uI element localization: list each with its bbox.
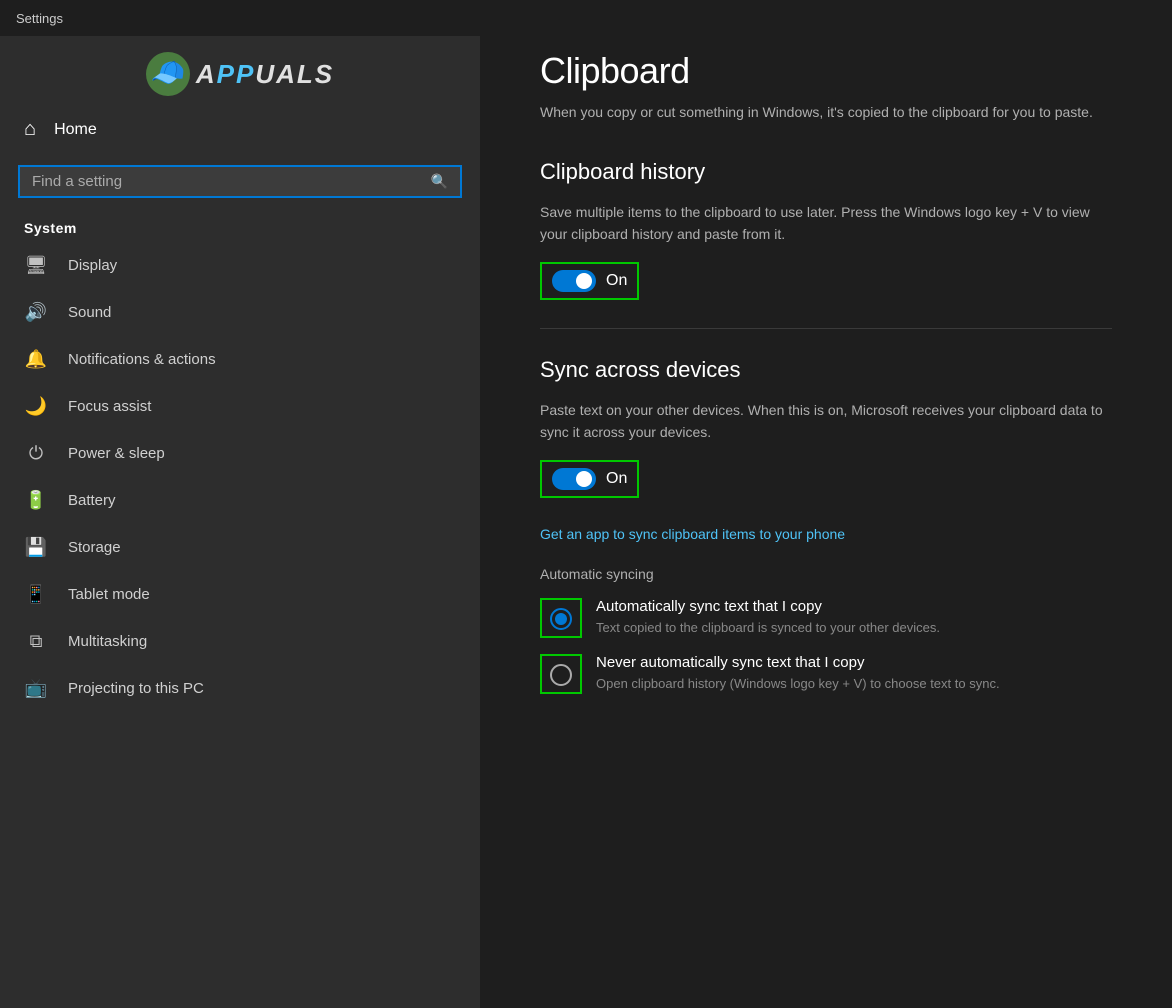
battery-label: Battery	[68, 492, 116, 509]
notifications-label: Notifications & actions	[68, 351, 216, 368]
radio-auto-sync-btn[interactable]	[550, 608, 572, 630]
search-input[interactable]	[32, 173, 423, 190]
clipboard-history-toggle-outline: On	[540, 262, 639, 300]
sidebar-item-projecting[interactable]: 📺 Projecting to this PC	[0, 665, 480, 712]
clipboard-history-toggle-row: On	[540, 262, 1112, 300]
home-icon: ⌂	[24, 118, 36, 141]
sync-toggle-row: On	[540, 460, 1112, 498]
sidebar-item-sound[interactable]: 🔊 Sound	[0, 289, 480, 336]
main-content: Clipboard When you copy or cut something…	[480, 0, 1172, 1008]
multitasking-icon: ⧉	[24, 631, 48, 652]
radio-never-sync-desc: Open clipboard history (Windows logo key…	[596, 675, 1000, 693]
sidebar-item-focus-assist[interactable]: 🌙 Focus assist	[0, 383, 480, 430]
sidebar-item-notifications[interactable]: 🔔 Notifications & actions	[0, 336, 480, 383]
brand-logo: APPUALS	[146, 52, 334, 96]
title-bar: Settings	[0, 0, 480, 36]
clipboard-history-toggle-label: On	[606, 272, 627, 290]
home-nav-item[interactable]: ⌂ Home	[0, 104, 480, 155]
search-bar-wrapper: 🔍	[0, 155, 480, 212]
radio-auto-sync-label: Automatically sync text that I copy	[596, 598, 940, 615]
sidebar-item-battery[interactable]: 🔋 Battery	[0, 477, 480, 524]
radio-auto-sync-outline	[540, 598, 582, 638]
storage-label: Storage	[68, 539, 121, 556]
sidebar-item-storage[interactable]: 💾 Storage	[0, 524, 480, 571]
tablet-mode-icon: 📱	[24, 584, 48, 605]
system-label: System	[0, 212, 480, 242]
power-sleep-icon: ⏻	[24, 443, 48, 464]
clipboard-history-toggle[interactable]	[552, 270, 596, 292]
multitasking-label: Multitasking	[68, 633, 147, 650]
sync-toggle-outline: On	[540, 460, 639, 498]
radio-auto-sync-content: Automatically sync text that I copy Text…	[596, 598, 940, 637]
auto-sync-title: Automatic syncing	[540, 566, 1112, 582]
sync-across-devices-title: Sync across devices	[540, 357, 1112, 383]
notifications-icon: 🔔	[24, 349, 48, 370]
logo-icon	[146, 52, 190, 96]
sync-app-link[interactable]: Get an app to sync clipboard items to yo…	[540, 526, 1112, 542]
storage-icon: 💾	[24, 537, 48, 558]
brand-area: APPUALS	[0, 36, 480, 104]
clipboard-history-title: Clipboard history	[540, 159, 1112, 185]
search-bar: 🔍	[18, 165, 462, 198]
radio-never-sync-content: Never automatically sync text that I cop…	[596, 654, 1000, 693]
radio-never-sync-outline	[540, 654, 582, 694]
projecting-label: Projecting to this PC	[68, 680, 204, 697]
nav-list: 🖥 Display 🔊 Sound 🔔 Notifications & acti…	[0, 242, 480, 1008]
sidebar-item-tablet-mode[interactable]: 📱 Tablet mode	[0, 571, 480, 618]
radio-item-auto-sync: Automatically sync text that I copy Text…	[540, 598, 1112, 638]
power-sleep-label: Power & sleep	[68, 445, 165, 462]
sync-toggle[interactable]	[552, 468, 596, 490]
sound-label: Sound	[68, 304, 111, 321]
sync-across-devices-desc: Paste text on your other devices. When t…	[540, 399, 1112, 444]
sidebar-item-multitasking[interactable]: ⧉ Multitasking	[0, 618, 480, 665]
sidebar-item-power-sleep[interactable]: ⏻ Power & sleep	[0, 430, 480, 477]
focus-assist-icon: 🌙	[24, 396, 48, 417]
focus-assist-label: Focus assist	[68, 398, 151, 415]
display-icon: 🖥	[24, 255, 48, 276]
home-label: Home	[54, 121, 97, 139]
brand-text: APPUALS	[196, 59, 334, 90]
sync-toggle-label: On	[606, 470, 627, 488]
clipboard-history-desc: Save multiple items to the clipboard to …	[540, 201, 1112, 246]
tablet-mode-label: Tablet mode	[68, 586, 150, 603]
sidebar: Settings APPUALS ⌂ Home 🔍 System 🖥 Displ…	[0, 0, 480, 1008]
radio-group: Automatically sync text that I copy Text…	[540, 598, 1112, 694]
radio-never-sync-btn[interactable]	[550, 664, 572, 686]
battery-icon: 🔋	[24, 490, 48, 511]
section-divider-1	[540, 328, 1112, 329]
radio-auto-sync-desc: Text copied to the clipboard is synced t…	[596, 619, 940, 637]
page-desc: When you copy or cut something in Window…	[540, 102, 1112, 123]
page-title: Clipboard	[540, 50, 1112, 92]
projecting-icon: 📺	[24, 678, 48, 699]
search-icon[interactable]: 🔍	[431, 173, 448, 190]
sound-icon: 🔊	[24, 302, 48, 323]
app-title: Settings	[16, 11, 63, 26]
display-label: Display	[68, 257, 117, 274]
sidebar-item-display[interactable]: 🖥 Display	[0, 242, 480, 289]
radio-never-sync-label: Never automatically sync text that I cop…	[596, 654, 1000, 671]
radio-item-never-sync: Never automatically sync text that I cop…	[540, 654, 1112, 694]
